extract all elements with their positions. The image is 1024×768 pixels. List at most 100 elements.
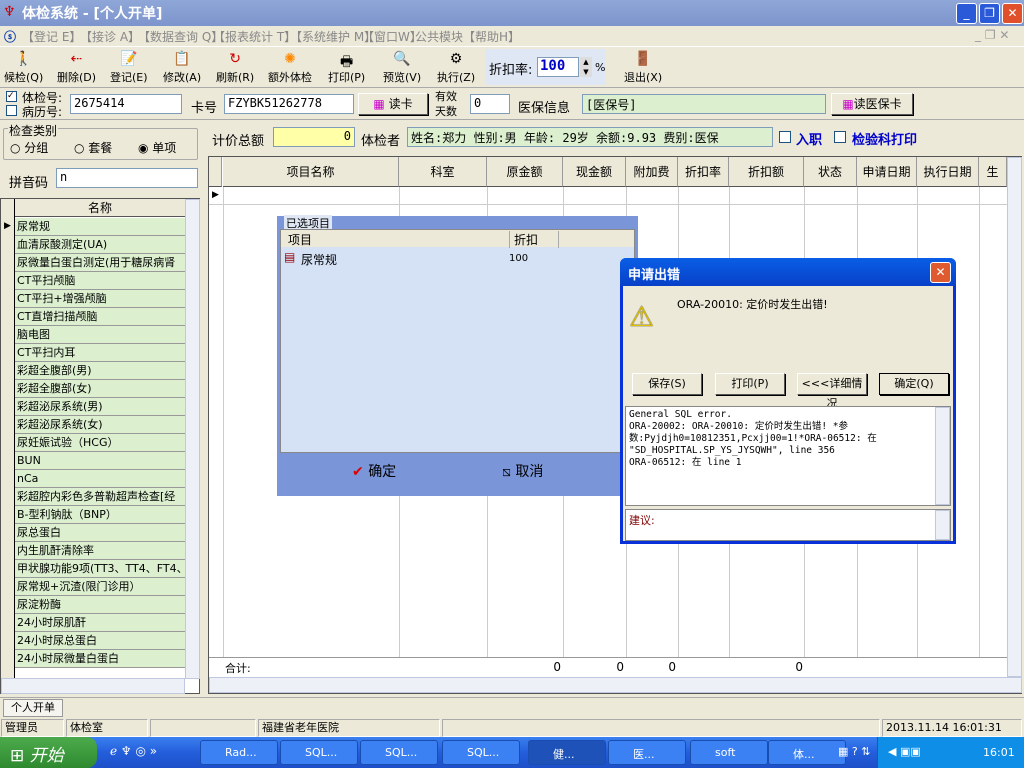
item-list-row[interactable]: 甲状腺功能9项(TT3、TT4、FT4、 (15, 560, 185, 578)
taskbar-button[interactable]: SQL... (280, 740, 358, 765)
pinyin-input[interactable]: n (56, 168, 198, 188)
item-list-row[interactable]: 脑电图 (15, 326, 185, 344)
item-list-row[interactable]: CT平扫+增强颅脑 (15, 290, 185, 308)
confirm-button[interactable]: ✔ 确定 (352, 461, 396, 481)
record-no-checkbox[interactable] (6, 105, 17, 116)
taskbar-button[interactable]: soft (690, 740, 768, 765)
item-list-row[interactable]: 彩超泌尿系统(男) (15, 398, 185, 416)
column-header[interactable]: 折扣率 (678, 157, 729, 187)
details-button[interactable]: <<<详细情况 (797, 373, 867, 410)
edit-button[interactable]: 📋 修改(A) (163, 51, 201, 85)
close-button[interactable]: ✕ (1002, 3, 1023, 24)
discount-input[interactable]: 100 (537, 57, 579, 77)
item-list-row[interactable]: B-型利钠肽（BNP） (15, 506, 185, 524)
item-list-row[interactable]: 彩超泌尿系统(女) (15, 416, 185, 434)
item-list-row[interactable]: 彩超全腹部(男) (15, 362, 185, 380)
item-list-row[interactable]: 血清尿酸测定(UA) (15, 236, 185, 254)
ok-button[interactable]: 确定(Q) (879, 373, 949, 395)
details-scrollbar[interactable] (935, 407, 950, 505)
taskbar-button[interactable]: 健... (528, 740, 606, 765)
print-button[interactable]: 🖶 打印(P) (328, 51, 365, 85)
restore-button[interactable]: ❐ (979, 3, 1000, 24)
item-list-vscroll[interactable] (185, 199, 200, 679)
selected-item-row[interactable]: ▤ 尿常规 100 (281, 250, 634, 268)
item-list-hscroll[interactable] (1, 678, 185, 694)
minimize-button[interactable]: _ (956, 3, 977, 24)
taskbar-button[interactable]: 医... (608, 740, 686, 765)
taskbar-button[interactable]: 体... (768, 740, 846, 765)
item-list-row[interactable]: 尿常规+沉渣(限门诊用） (15, 578, 185, 596)
discount-spinner[interactable]: ▲ ▼ (580, 57, 592, 77)
item-list-row[interactable]: 尿妊娠试验（HCG） (15, 434, 185, 452)
column-header[interactable]: 生 (979, 157, 1007, 187)
tab-personal-order[interactable]: 个人开单 (3, 699, 63, 717)
exam-no-input[interactable]: 2675414 (70, 94, 182, 114)
taskbar-button[interactable]: SQL... (360, 740, 438, 765)
item-list-row[interactable]: 尿总蛋白 (15, 524, 185, 542)
delete-button[interactable]: ⇠ 删除(D) (57, 51, 96, 85)
menu-reports[interactable]: 【报表统计 T】 (213, 28, 296, 45)
register-button[interactable]: 📝 登记(E) (110, 51, 148, 85)
lab-print-checkbox[interactable] (834, 131, 846, 143)
read-card-button[interactable]: ▦ 读卡 (358, 93, 428, 115)
grid-hscroll[interactable] (209, 677, 1022, 693)
read-insurance-card-button[interactable]: ▦读医保卡 (831, 93, 913, 115)
item-list-row[interactable]: 内生肌酐清除率 (15, 542, 185, 560)
quick-launch-icons[interactable]: ℯ ♆ ◎ » (110, 744, 157, 758)
item-list-row[interactable]: 尿淀粉酶 (15, 596, 185, 614)
start-button[interactable]: ⊞ 开始 (0, 737, 97, 768)
suggestion-scrollbar[interactable] (935, 510, 950, 540)
cancel-button[interactable]: ⧅ 取消 (502, 461, 543, 481)
item-list-row[interactable]: nCa (15, 470, 185, 488)
item-list-row[interactable]: 彩超腔内彩色多普勒超声检查[经 (15, 488, 185, 506)
extra-exam-button[interactable]: ✺ 额外体检 (268, 51, 312, 85)
exit-button[interactable]: 🚪 退出(X) (624, 51, 662, 85)
radio-single[interactable]: ◉ 单项 (138, 139, 176, 156)
preview-button[interactable]: 🔍 预览(V) (383, 51, 421, 85)
item-list-row[interactable]: 尿常规 (15, 218, 185, 236)
menu-query[interactable]: 【数据查询 Q】 (138, 28, 223, 45)
item-list-row[interactable]: 24小时尿肌酐 (15, 614, 185, 632)
column-header[interactable]: 现金额 (563, 157, 626, 187)
menu-window[interactable]: 【窗口W】 (362, 28, 422, 45)
grid-vscroll[interactable] (1007, 157, 1022, 677)
error-details-text[interactable]: General SQL error. ORA-20002: ORA-20010:… (625, 406, 951, 506)
radio-group[interactable]: ○ 分组 (10, 139, 48, 156)
menu-reception[interactable]: 【接诊 A】 (80, 28, 140, 45)
column-header[interactable]: 申请日期 (857, 157, 917, 187)
card-no-input[interactable]: FZYBK51262778 (224, 94, 354, 114)
column-header[interactable]: 科室 (399, 157, 487, 187)
tray-network-icon[interactable]: ◀ ▣▣ (888, 745, 921, 758)
item-list-row[interactable]: BUN (15, 452, 185, 470)
item-list-row[interactable]: CT平扫内耳 (15, 344, 185, 362)
menu-help[interactable]: 【帮助H】 (463, 28, 520, 45)
save-button[interactable]: 保存(S) (632, 373, 702, 395)
item-list-row[interactable]: 彩超全腹部(女) (15, 380, 185, 398)
tray-icons[interactable]: ▦ ? ⇅ (838, 745, 870, 758)
dialog-close-button[interactable]: ✕ (930, 262, 951, 283)
item-list-row[interactable]: CT平扫颅脑 (15, 272, 185, 290)
column-header[interactable]: 原金额 (487, 157, 563, 187)
item-list-row[interactable]: CT直增扫描颅脑 (15, 308, 185, 326)
valid-days-input[interactable]: 0 (470, 94, 510, 114)
taskbar-button[interactable]: Rad... (200, 740, 278, 765)
column-header[interactable]: 折扣额 (729, 157, 804, 187)
column-header[interactable]: 附加费 (626, 157, 678, 187)
wait-button[interactable]: 🚶 候检(Q) (4, 51, 43, 85)
refresh-button[interactable]: ↻ 刷新(R) (216, 51, 254, 85)
entry-checkbox[interactable] (779, 131, 791, 143)
column-header[interactable]: 执行日期 (917, 157, 979, 187)
item-list-row[interactable]: 24小时尿总蛋白 (15, 632, 185, 650)
column-header[interactable]: 项目名称 (223, 157, 399, 187)
exam-no-checkbox[interactable]: ✓ (6, 91, 17, 102)
radio-package[interactable]: ○ 套餐 (74, 139, 112, 156)
item-list-row[interactable]: 24小时尿微量白蛋白 (15, 650, 185, 668)
item-list-row[interactable]: 尿微量白蛋白测定(用于糖尿病肾 (15, 254, 185, 272)
execute-button[interactable]: ⚙ 执行(Z) (437, 51, 475, 85)
print-button[interactable]: 打印(P) (715, 373, 785, 395)
menu-register[interactable]: 【登记 E】 (22, 28, 81, 45)
menu-public[interactable]: 公共模块 (415, 28, 463, 45)
suggestion-text[interactable]: 建议: (625, 509, 951, 541)
taskbar-button[interactable]: SQL... (442, 740, 520, 765)
column-header[interactable]: 状态 (804, 157, 857, 187)
